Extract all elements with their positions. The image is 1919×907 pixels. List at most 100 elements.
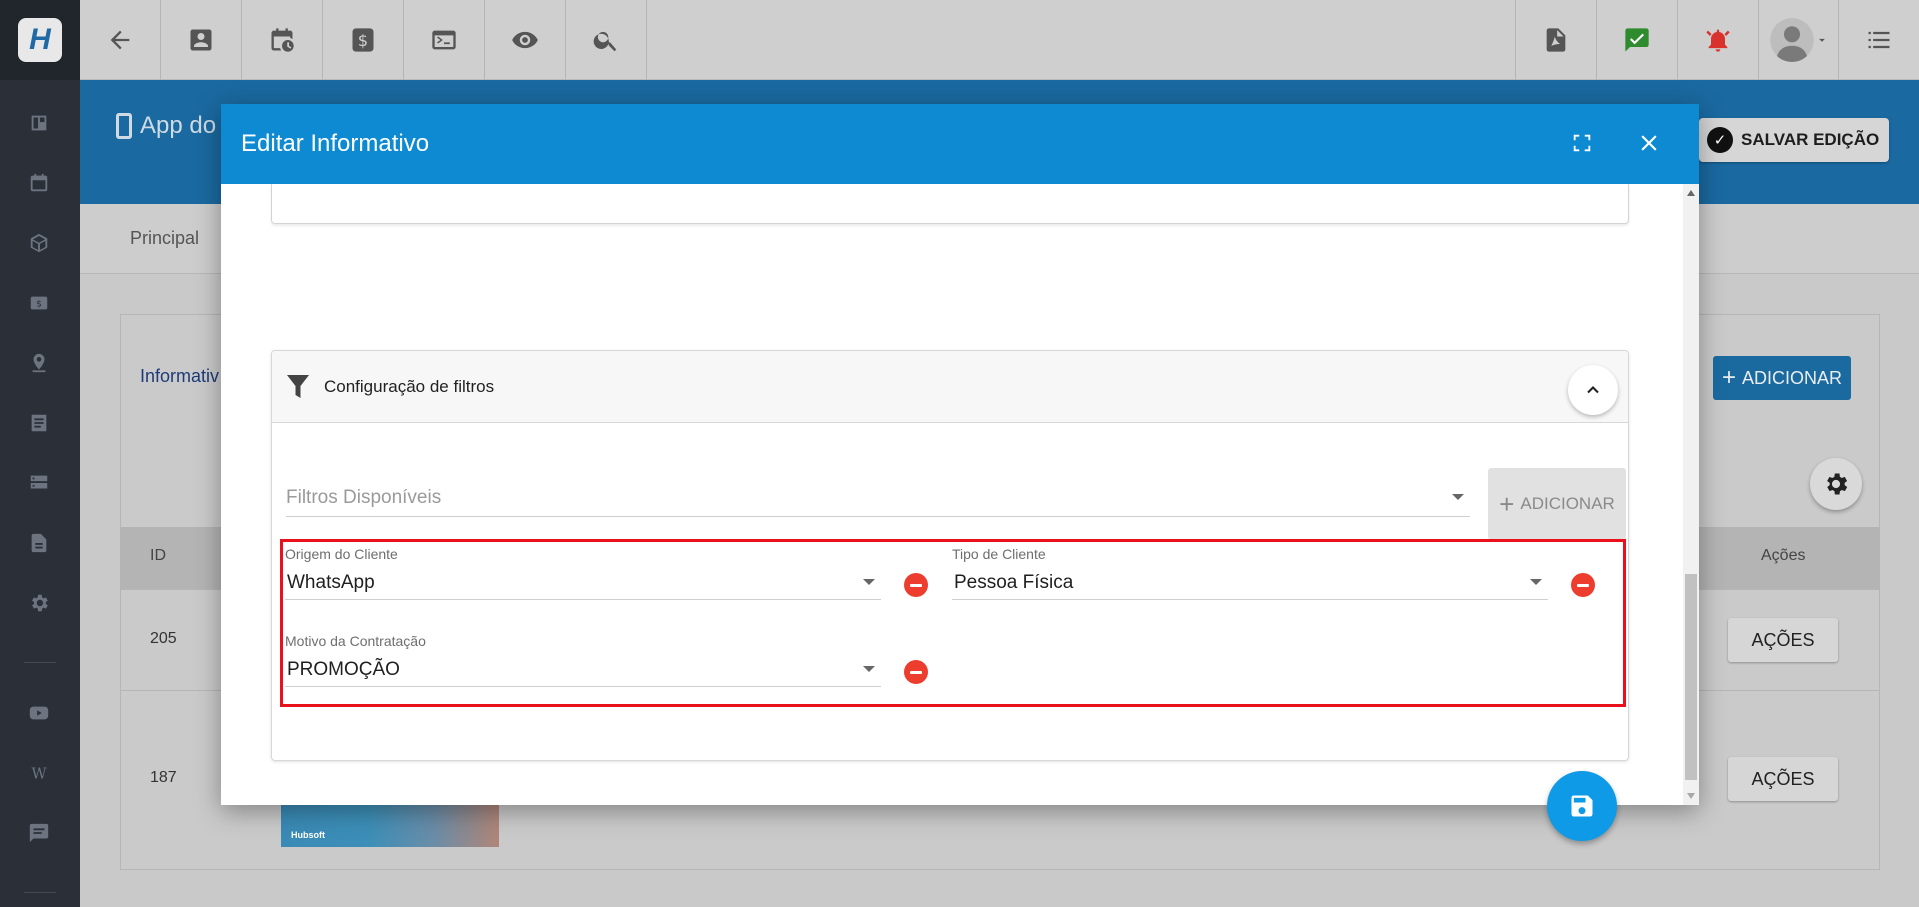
save-edit-button[interactable]: ✓ SALVAR EDIÇÃO [1699,118,1890,162]
finance-button[interactable]: $ [323,0,404,80]
sidebar-divider [24,662,56,663]
filter-value-tipo: Pessoa Física [954,572,1074,593]
dialog-body: Configuração de filtros Filtros Disponív… [221,184,1683,841]
filter-select-motivo[interactable]: PROMOÇÃO [285,651,881,687]
server-icon [30,475,48,489]
gear-icon [1827,473,1848,495]
row-actions-button[interactable]: AÇÕES [1728,618,1838,662]
sidebar: $ W [0,80,80,907]
check-message-icon [1625,28,1649,52]
sidebar-item-videos[interactable] [28,702,50,724]
tab-principal[interactable]: Principal [130,228,199,249]
list-icon [31,414,47,432]
remove-filter-motivo-button[interactable] [904,660,928,684]
filter-panel-title: Configuração de filtros [324,377,495,396]
document-icon [31,533,47,553]
svg-text:W: W [31,766,47,783]
add-button-label: ADICIONAR [1742,367,1843,388]
user-menu[interactable] [1758,0,1838,80]
app-logo[interactable]: H [0,0,80,80]
schedule-button[interactable] [242,0,323,80]
contacts-button[interactable] [161,0,242,80]
dialog-scrollbar[interactable] [1683,184,1699,805]
menu-button[interactable] [1838,0,1919,80]
location-icon [32,353,46,373]
dialog-title: Editar Informativo [241,130,430,157]
filter-select-origem[interactable]: WhatsApp [285,564,881,600]
box-icon [30,233,48,253]
scrollbar-thumb[interactable] [1685,574,1697,780]
row-actions-button[interactable]: AÇÕES [1728,757,1838,801]
plus-icon: + [1721,364,1736,391]
gear-icon [32,594,48,612]
table-settings-button[interactable] [1810,458,1862,510]
dropdown-caret-icon [1452,494,1464,500]
add-filter-button[interactable]: + ADICIONAR [1488,468,1626,540]
save-button[interactable] [1547,771,1617,841]
contact-icon [190,29,212,51]
back-button[interactable] [80,0,161,80]
sidebar-item-packages[interactable] [28,232,50,254]
sidebar-item-list[interactable] [28,412,50,434]
remove-filter-origem-button[interactable] [904,573,928,597]
available-filters-placeholder: Filtros Disponíveis [286,487,442,508]
search-button[interactable] [566,0,647,80]
filter-label-motivo: Motivo da Contratação [285,633,426,649]
sidebar-divider [24,892,56,893]
filter-select-tipo[interactable]: Pessoa Física [952,564,1548,600]
row-thumbnail: Hubsoft [281,800,499,847]
dropdown-caret-icon [863,579,875,585]
dialog-header: Editar Informativo [221,104,1699,184]
dropdown-caret-icon [863,666,875,672]
table-cell-id: 205 [150,630,177,647]
dollar-icon: $ [352,28,374,52]
search-icon [593,31,617,52]
check-circle-icon: ✓ [1707,127,1733,153]
list-menu-icon [1868,31,1890,49]
collapse-button[interactable] [1568,365,1618,415]
avatar [1769,18,1814,63]
sidebar-item-settings[interactable] [28,592,50,614]
sidebar-item-documents[interactable] [28,532,50,554]
floppy-disk-icon [1571,795,1593,817]
svg-text:$: $ [36,299,42,310]
alarm-button[interactable] [1677,0,1758,80]
sidebar-item-chat[interactable] [28,822,50,844]
column-header-id: ID [150,547,166,564]
available-filters-select[interactable]: Filtros Disponíveis [286,475,1470,517]
sidebar-item-servers[interactable] [28,472,50,494]
thumbnail-brand: Hubsoft [291,830,325,840]
table-cell-id: 187 [150,769,177,786]
scroll-up-arrow-icon[interactable] [1687,190,1695,196]
back-arrow-icon [110,30,130,50]
sidebar-item-map[interactable] [28,352,50,374]
save-edit-label: SALVAR EDIÇÃO [1741,130,1880,149]
previous-panel [271,184,1629,224]
terminal-button[interactable] [404,0,485,80]
add-filter-label: ADICIONAR [1520,494,1615,513]
dropdown-caret-icon [1530,579,1542,585]
sidebar-item-dashboard[interactable] [28,112,50,134]
calendar-clock-icon [271,28,294,52]
sidebar-item-calendar[interactable] [28,172,50,194]
sidebar-item-finance[interactable]: $ [28,292,50,314]
sidebar-item-wiki[interactable]: W [28,762,50,784]
edit-informativo-dialog: Editar Informativo Configuração de filtr… [221,104,1699,841]
scroll-down-arrow-icon[interactable] [1687,793,1695,799]
chevron-down-icon [1818,38,1825,42]
eye-icon [512,31,538,49]
filter-value-origem: WhatsApp [287,572,375,593]
filter-label-origem: Origem do Cliente [285,546,398,562]
add-button[interactable]: + ADICIONAR [1713,356,1851,400]
wikipedia-icon: W [31,766,47,783]
remove-filter-tipo-button[interactable] [1571,573,1595,597]
close-icon[interactable] [1636,130,1662,156]
youtube-icon [29,706,49,720]
svg-text:$: $ [358,31,368,50]
terminal-icon [432,30,456,50]
view-button[interactable] [485,0,566,80]
fullscreen-icon[interactable] [1571,132,1593,154]
pdf-button[interactable] [1515,0,1596,80]
tasks-button[interactable] [1596,0,1677,80]
filter-panel-header[interactable]: Configuração de filtros [272,351,1628,423]
